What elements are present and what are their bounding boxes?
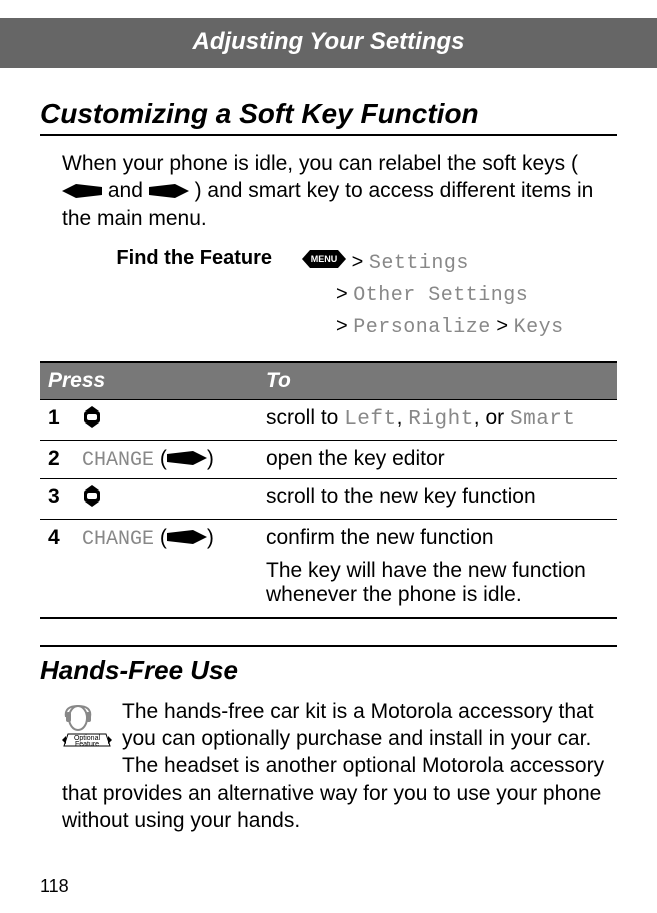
col-header-to: To	[258, 362, 617, 400]
intro-text-mid: and	[108, 179, 149, 202]
find-feature-row: Find the Feature MENU > Settings > Other…	[62, 247, 617, 343]
change-label: CHANGE	[82, 449, 154, 472]
page-number: 118	[40, 876, 69, 897]
feature-path: MENU > Settings > Other Settings > Perso…	[302, 247, 564, 343]
left-softkey-icon	[62, 178, 102, 205]
path-personalize: Personalize	[353, 316, 491, 339]
step-number: 4	[40, 519, 74, 557]
path-other-settings: Other Settings	[353, 284, 528, 307]
paren-open: (	[154, 526, 167, 549]
col-header-press: Press	[40, 362, 258, 400]
path-keys: Keys	[514, 316, 564, 339]
scroll-key-icon	[82, 485, 102, 513]
opt-right: Right	[408, 408, 474, 431]
sep: ,	[397, 406, 409, 429]
table-row: 2 CHANGE () open the key editor	[40, 440, 617, 478]
opt-left: Left	[344, 408, 396, 431]
right-softkey-icon	[167, 447, 207, 471]
opt-smart: Smart	[510, 408, 576, 431]
gt-sep: >	[352, 251, 364, 273]
right-softkey-icon	[149, 178, 189, 205]
svg-text:Feature: Feature	[75, 741, 99, 748]
intro-text-pre: When your phone is idle, you can relabel…	[62, 152, 578, 175]
find-feature-label: Find the Feature	[62, 247, 302, 343]
optional-feature-icon: Optional Feature	[62, 700, 112, 757]
to-text: confirm the new function	[258, 519, 617, 557]
handsfree-text: The hands-free car kit is a Motorola acc…	[62, 700, 604, 832]
right-softkey-icon	[167, 526, 207, 550]
table-row: 1 scroll to Left, Right, or Smart	[40, 399, 617, 440]
svg-text:MENU: MENU	[311, 254, 338, 264]
chapter-header: Adjusting Your Settings	[0, 18, 657, 68]
to-text: The key will have the new function whene…	[258, 557, 617, 618]
handsfree-paragraph: Optional Feature The hands-free car kit …	[62, 698, 617, 834]
paren-open: (	[154, 447, 167, 470]
step-number: 2	[40, 440, 74, 478]
section-heading-customizing: Customizing a Soft Key Function	[40, 98, 617, 136]
paren-close: )	[207, 526, 214, 549]
page-content: Customizing a Soft Key Function When you…	[0, 98, 657, 834]
to-text: scroll to	[266, 406, 344, 429]
step-number: 1	[40, 399, 74, 440]
intro-paragraph: When your phone is idle, you can relabel…	[62, 150, 617, 233]
table-row: The key will have the new function whene…	[40, 557, 617, 618]
change-label: CHANGE	[82, 528, 154, 551]
to-text: open the key editor	[258, 440, 617, 478]
to-text: scroll to the new key function	[258, 478, 617, 519]
sep: , or	[474, 406, 510, 429]
step-number: 3	[40, 478, 74, 519]
gt-sep: >	[496, 315, 508, 337]
path-settings: Settings	[369, 252, 469, 275]
gt-sep: >	[336, 283, 348, 305]
paren-close: )	[207, 447, 214, 470]
gt-sep: >	[336, 315, 348, 337]
scroll-key-icon	[82, 406, 102, 434]
table-row: 4 CHANGE () confirm the new function	[40, 519, 617, 557]
menu-key-icon: MENU	[302, 247, 346, 277]
steps-table: Press To 1 scro	[40, 361, 617, 619]
table-row: 3 scroll to the new key function	[40, 478, 617, 519]
section-heading-handsfree: Hands-Free Use	[40, 645, 617, 686]
